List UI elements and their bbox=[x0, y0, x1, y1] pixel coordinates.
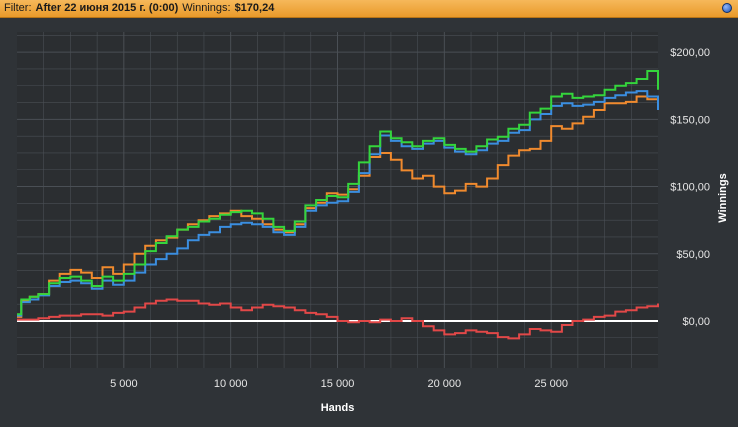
y-tick-label: $50,00 bbox=[676, 249, 710, 261]
x-tick-label: 20 000 bbox=[428, 378, 462, 390]
y-axis-title: Winnings bbox=[717, 173, 729, 222]
x-axis: 5 000 10 000 15 000 20 000 25 000 bbox=[110, 378, 568, 390]
x-axis-title: Hands bbox=[321, 402, 355, 414]
filter-value: After 22 июня 2015 г. (0:00) bbox=[35, 2, 179, 14]
y-tick-label: $150,00 bbox=[670, 114, 710, 126]
x-tick-label: 25 000 bbox=[534, 378, 568, 390]
y-tick-label: $0,00 bbox=[682, 316, 710, 328]
winnings-value: $170,24 bbox=[234, 2, 275, 14]
y-tick-label: $200,00 bbox=[670, 47, 710, 59]
x-tick-label: 15 000 bbox=[321, 378, 355, 390]
y-tick-label: $100,00 bbox=[670, 182, 710, 194]
filter-label: Filter: bbox=[4, 2, 32, 14]
x-tick-label: 5 000 bbox=[110, 378, 138, 390]
y-axis: $0,00 $50,00 $100,00 $150,00 $200,00 bbox=[670, 47, 710, 328]
filter-toggle-icon[interactable] bbox=[722, 3, 732, 13]
x-tick-label: 10 000 bbox=[214, 378, 248, 390]
winnings-label: Winnings: bbox=[182, 2, 231, 14]
winnings-chart: 5 000 10 000 15 000 20 000 25 000 $0,00 $50,0… bbox=[17, 32, 729, 414]
filter-bar[interactable]: Filter: After 22 июня 2015 г. (0:00) Winni… bbox=[0, 0, 738, 18]
